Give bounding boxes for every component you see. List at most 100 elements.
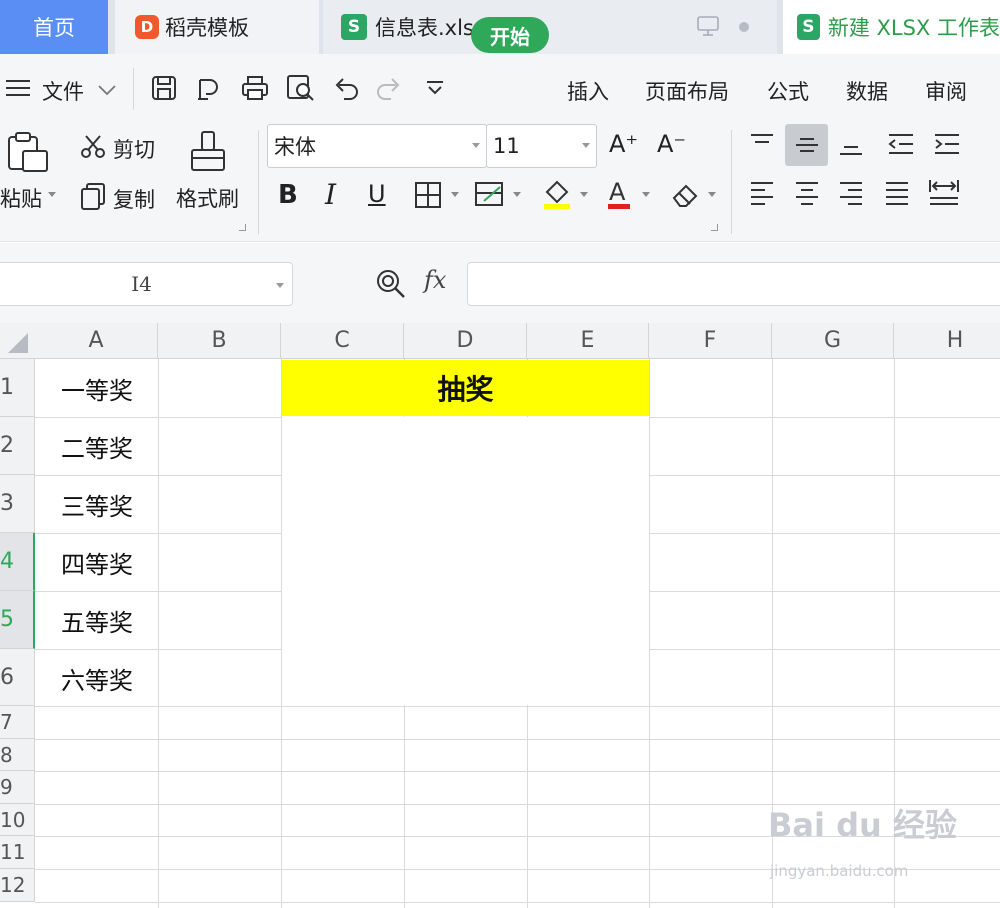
row-header-10[interactable]: 10 xyxy=(0,804,35,836)
column-header-a[interactable]: A xyxy=(35,323,158,359)
gridline xyxy=(35,771,1000,772)
clear-dropdown-icon[interactable] xyxy=(708,192,716,197)
font-color-dropdown-icon[interactable] xyxy=(642,192,650,197)
font-group-launcher-icon[interactable] xyxy=(711,224,718,231)
formula-input[interactable] xyxy=(467,262,1000,306)
row-header-2[interactable]: 2 xyxy=(0,417,35,475)
clipboard-group-launcher-icon[interactable] xyxy=(239,224,246,231)
tab-home[interactable]: 首页 xyxy=(0,0,108,54)
save-icon[interactable] xyxy=(151,75,177,101)
align-left-icon[interactable] xyxy=(749,180,775,206)
row-header-4[interactable]: 4 xyxy=(0,533,35,591)
paste-dropdown-icon[interactable] xyxy=(48,192,56,197)
zoom-search-icon[interactable] xyxy=(375,268,407,300)
borders-icon[interactable] xyxy=(414,181,442,209)
font-size-select[interactable]: 11 xyxy=(486,124,597,168)
column-header-d[interactable]: D xyxy=(404,323,527,359)
cell-a6[interactable]: 六等奖 xyxy=(36,650,158,706)
cell-a1[interactable]: 一等奖 xyxy=(36,360,158,417)
cell-a5[interactable]: 五等奖 xyxy=(36,592,158,649)
column-header-c[interactable]: C xyxy=(281,323,404,359)
menu-insert[interactable]: 插入 xyxy=(567,76,609,106)
print-icon[interactable] xyxy=(241,75,269,101)
column-header-e[interactable]: E xyxy=(527,323,649,359)
name-box[interactable]: I4 xyxy=(0,262,293,306)
menu-page-layout[interactable]: 页面布局 xyxy=(645,76,729,106)
format-painter-icon[interactable] xyxy=(190,130,226,174)
row-header-5[interactable]: 5 xyxy=(0,591,35,649)
paste-button[interactable]: 粘贴 xyxy=(0,183,42,213)
row-header-9[interactable]: 9 xyxy=(0,771,35,804)
chevron-down-icon xyxy=(472,143,480,148)
align-right-icon[interactable] xyxy=(838,180,864,206)
column-header-g[interactable]: G xyxy=(772,323,894,359)
select-all-corner[interactable] xyxy=(0,323,36,359)
distributed-align-icon[interactable] xyxy=(928,178,960,206)
row-header-11[interactable]: 11 xyxy=(0,836,35,869)
scissors-icon[interactable] xyxy=(80,134,106,160)
unsaved-dot-icon[interactable] xyxy=(739,22,749,32)
decrease-indent-icon[interactable] xyxy=(887,132,915,158)
monitor-icon[interactable] xyxy=(697,16,719,36)
increase-font-size-button[interactable]: A⁺ xyxy=(609,130,638,158)
cut-button[interactable]: 剪切 xyxy=(113,134,155,164)
align-bottom-icon[interactable] xyxy=(838,132,864,158)
undo-icon[interactable] xyxy=(333,76,359,100)
output-icon[interactable] xyxy=(196,75,222,103)
italic-button[interactable]: I xyxy=(325,178,336,211)
font-name-select[interactable]: 宋体 xyxy=(267,124,487,168)
chevron-down-icon[interactable] xyxy=(98,84,116,96)
menu-start-label: 开始 xyxy=(490,24,530,49)
increase-indent-icon[interactable] xyxy=(933,132,961,158)
menu-formula[interactable]: 公式 xyxy=(767,76,809,106)
tab-new-file[interactable]: S 新建 XLSX 工作表 xyxy=(783,0,1000,54)
align-center-icon[interactable] xyxy=(794,180,820,206)
cell-a2[interactable]: 二等奖 xyxy=(36,418,158,475)
eraser-icon[interactable] xyxy=(670,180,702,208)
redo-icon[interactable] xyxy=(376,76,402,100)
tab-template[interactable]: D 稻壳模板 xyxy=(115,0,319,54)
justify-icon[interactable] xyxy=(884,180,910,206)
spreadsheet-logo-icon: S xyxy=(797,14,820,40)
tab-file-info[interactable]: S 信息表.xlsx xyxy=(323,0,777,54)
copy-button[interactable]: 复制 xyxy=(113,184,155,214)
underline-button[interactable]: U xyxy=(368,180,386,208)
tab-template-label: 稻壳模板 xyxy=(165,16,249,40)
chevron-down-icon[interactable] xyxy=(276,283,284,288)
borders-dropdown-icon[interactable] xyxy=(451,192,459,197)
print-preview-icon[interactable] xyxy=(286,74,316,102)
align-middle-icon[interactable] xyxy=(794,132,820,156)
align-top-icon[interactable] xyxy=(749,132,775,156)
menu-review[interactable]: 审阅 xyxy=(925,76,967,106)
cell-style-icon[interactable] xyxy=(474,181,506,209)
menu-start-tab[interactable]: 开始 xyxy=(471,17,549,53)
row-header-12[interactable]: 12 xyxy=(0,869,35,902)
insert-function-button[interactable]: fx xyxy=(424,266,446,294)
copy-icon[interactable] xyxy=(80,182,106,210)
merged-range-c2-e6[interactable] xyxy=(282,417,649,705)
column-header-f[interactable]: F xyxy=(649,323,772,359)
row-header-8[interactable]: 8 xyxy=(0,739,35,771)
fill-color-icon[interactable] xyxy=(541,178,573,210)
cell-a3[interactable]: 三等奖 xyxy=(36,476,158,533)
bold-button[interactable]: B xyxy=(278,180,298,210)
fill-color-dropdown-icon[interactable] xyxy=(580,192,588,197)
column-header-b[interactable]: B xyxy=(158,323,281,359)
row-header-6[interactable]: 6 xyxy=(0,649,35,706)
row-header-1[interactable]: 1 xyxy=(0,359,35,417)
cell-style-dropdown-icon[interactable] xyxy=(513,192,521,197)
column-header-h[interactable]: H xyxy=(894,323,1000,359)
hamburger-menu-icon[interactable] xyxy=(6,78,32,98)
menu-file[interactable]: 文件 xyxy=(42,76,84,106)
row-header-3[interactable]: 3 xyxy=(0,475,35,533)
cell-c1-title[interactable]: 抽奖 xyxy=(282,360,649,416)
row-header-7[interactable]: 7 xyxy=(0,706,35,739)
cell-a4[interactable]: 四等奖 xyxy=(36,534,158,591)
font-color-icon[interactable]: A xyxy=(605,178,633,210)
customize-dropdown-icon[interactable] xyxy=(426,80,444,96)
paste-icon[interactable] xyxy=(6,131,50,173)
tab-home-label: 首页 xyxy=(33,16,75,40)
menu-data[interactable]: 数据 xyxy=(846,76,888,106)
decrease-font-size-button[interactable]: A⁻ xyxy=(657,130,686,158)
format-painter-button[interactable]: 格式刷 xyxy=(176,183,239,213)
